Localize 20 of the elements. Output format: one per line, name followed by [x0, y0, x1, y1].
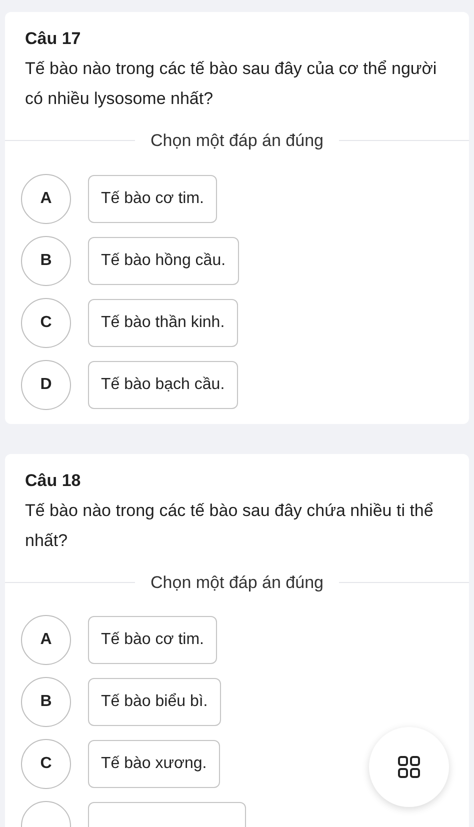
answer-option-button[interactable]: Tế bào cơ tim. [88, 616, 217, 664]
answer-letter-button[interactable]: C [21, 298, 71, 348]
answer-letter-button[interactable]: A [21, 174, 71, 224]
answer-option-button[interactable]: Tế bào hồng cầu. [88, 236, 239, 284]
answer-letter-button[interactable]: B [21, 236, 71, 286]
answer-option-button[interactable]: Tế bào cơ tim. [88, 174, 217, 222]
answer-letter-button[interactable]: D [21, 360, 71, 410]
answer-letter-button[interactable]: A [21, 615, 71, 665]
answer-letter-button[interactable]: C [21, 739, 71, 789]
question-number: Câu 17 [25, 28, 82, 50]
answer-option-button[interactable]: Tế bào bạch cầu. [88, 360, 238, 408]
question-text: Tế bào nào trong các tế bào sau đây của cơ thể người có nhiều lysosome nhất? [25, 58, 438, 110]
answer-option-button[interactable]: Tế bào biểu bì. [88, 678, 221, 726]
question-text: Tế bào nào trong các tế bào sau đây chứa nhiều ti thể nhất? [25, 500, 434, 552]
instruction-label: Chọn một đáp án đúng [150, 130, 324, 152]
answer-letter-button[interactable]: B [21, 677, 71, 727]
question-number: Câu 18 [25, 470, 82, 492]
answer-option-button[interactable]: Tế bào thần kinh. [88, 298, 238, 346]
instruction-label: Chọn một đáp án đúng [150, 572, 324, 594]
answer-option-button[interactable]: Tế bào xương. [88, 740, 220, 788]
